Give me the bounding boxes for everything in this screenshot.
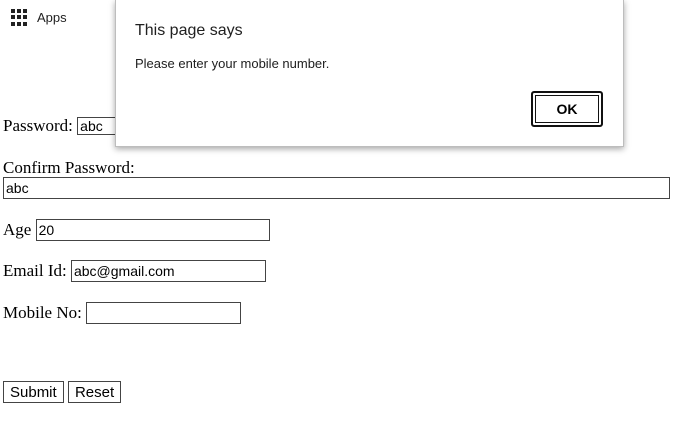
reset-button[interactable]: Reset [67, 381, 122, 403]
confirm-password-row [3, 177, 670, 200]
apps-shortcut[interactable]: Apps [11, 9, 67, 26]
alert-title: This page says [135, 22, 243, 39]
form-buttons: Submit Reset [3, 381, 122, 403]
alert-message: Please enter your mobile number. [135, 56, 330, 71]
submit-button[interactable]: Submit [3, 381, 64, 403]
confirm-password-field[interactable] [3, 177, 670, 200]
age-label: Age [3, 220, 32, 240]
alert-ok-button[interactable]: OK [531, 91, 603, 127]
email-row: Email Id: [3, 260, 266, 283]
email-field[interactable] [70, 260, 266, 283]
apps-grid-icon [11, 9, 28, 26]
mobile-row: Mobile No: [3, 302, 242, 325]
apps-label: Apps [37, 10, 67, 25]
mobile-field[interactable] [86, 302, 242, 325]
confirm-password-label-row: Confirm Password: [3, 157, 135, 178]
age-field[interactable] [35, 219, 270, 242]
password-label: Password: [3, 116, 73, 136]
age-row: Age [3, 219, 270, 242]
mobile-label: Mobile No: [3, 303, 82, 323]
confirm-password-label: Confirm Password: [3, 158, 135, 178]
alert-dialog: This page says Please enter your mobile … [115, 0, 624, 147]
email-label: Email Id: [3, 261, 67, 281]
